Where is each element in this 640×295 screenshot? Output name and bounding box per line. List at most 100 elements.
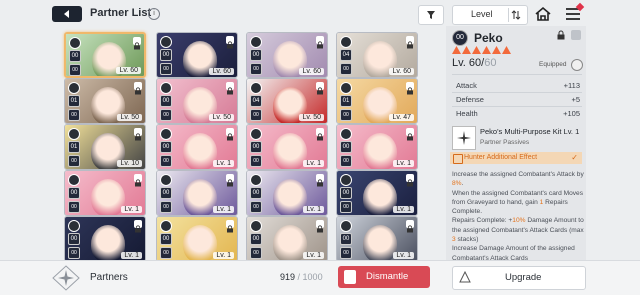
card-level: Lv. 1 — [121, 252, 142, 259]
equipped-avatar-icon[interactable] — [571, 59, 583, 71]
sort-dropdown[interactable]: Level — [452, 5, 528, 25]
partner-card[interactable]: 01 00 Lv. 10 — [64, 124, 146, 170]
divider — [452, 106, 582, 107]
rank-badge: 00 — [68, 155, 80, 167]
lock-icon[interactable] — [316, 220, 324, 233]
partner-card[interactable]: 01 00 Lv. 47 — [336, 78, 418, 124]
partner-card[interactable]: 00 00 Lv. 1 — [246, 170, 328, 216]
element-badge — [160, 82, 172, 94]
card-level: Lv. 1 — [393, 252, 414, 259]
partner-card[interactable]: 00 00 Lv. 60 — [64, 32, 146, 78]
partners-emblem-icon — [52, 265, 80, 291]
lock-icon[interactable] — [556, 30, 566, 40]
star-rating — [452, 46, 511, 54]
rank-badge: 00 — [69, 64, 81, 76]
card-level: Lv. 1 — [303, 206, 324, 213]
lock-icon[interactable] — [134, 82, 142, 95]
back-arrow-icon — [64, 10, 69, 18]
type-badge: 00 — [452, 30, 468, 46]
lock-icon[interactable] — [316, 82, 324, 95]
partner-card[interactable]: 00 00 Lv. 1 — [156, 216, 238, 262]
partner-card[interactable]: 00 00 Lv. 60 — [156, 32, 238, 78]
partner-face — [91, 179, 125, 215]
lock-icon[interactable] — [316, 174, 324, 187]
lock-icon[interactable] — [226, 36, 234, 49]
lock-icon[interactable] — [226, 128, 234, 141]
element-badge — [160, 220, 172, 232]
lock-icon[interactable] — [406, 128, 414, 141]
description-line: When the assigned Combatant's card Moves… — [452, 189, 584, 216]
lock-icon[interactable] — [316, 36, 324, 49]
card-level: Lv. 50 — [117, 114, 142, 121]
rank-badge: 00 — [250, 247, 262, 259]
passive-kit[interactable]: Peko's Multi-Purpose Kit Lv. 1 Partner P… — [450, 124, 582, 154]
star-icon — [482, 46, 491, 54]
element-badge — [160, 174, 172, 186]
filter-icon — [427, 11, 435, 19]
partner-card[interactable]: 01 00 Lv. 50 — [64, 78, 146, 124]
type-badge: 00 — [68, 187, 80, 199]
card-level: Lv. 47 — [389, 114, 414, 121]
lock-icon[interactable] — [406, 174, 414, 187]
element-badge — [250, 36, 262, 48]
description-line: Repairs Complete: +10% Damage Amount to … — [452, 217, 584, 244]
dismantle-button[interactable]: Dismantle — [338, 266, 430, 288]
partner-card[interactable]: 00 00 Lv. 1 — [246, 216, 328, 262]
partner-card[interactable]: 00 00 Lv. 1 — [246, 124, 328, 170]
partner-card[interactable]: 00 00 Lv. 1 — [156, 124, 238, 170]
partner-card[interactable]: 00 00 Lv. 50 — [156, 78, 238, 124]
kit-icon — [452, 126, 476, 150]
lock-icon[interactable] — [226, 82, 234, 95]
partner-card[interactable]: 04 00 Lv. 50 — [246, 78, 328, 124]
element-badge — [68, 128, 80, 140]
lock-icon[interactable] — [226, 174, 234, 187]
info-icon[interactable]: i — [148, 8, 160, 20]
element-badge — [250, 174, 262, 186]
upgrade-icon — [459, 271, 471, 283]
home-icon[interactable] — [534, 6, 552, 22]
partner-card[interactable]: 00 00 Lv. 1 — [336, 170, 418, 216]
star-icon — [452, 46, 461, 54]
partner-face — [183, 179, 217, 215]
partner-card[interactable]: 04 00 Lv. 60 — [336, 32, 418, 78]
lock-icon[interactable] — [406, 36, 414, 49]
trash-icon[interactable] — [571, 30, 581, 40]
partner-card[interactable]: 00 00 Lv. 1 — [156, 170, 238, 216]
lock-icon[interactable] — [406, 220, 414, 233]
filter-button[interactable] — [418, 5, 444, 25]
element-badge — [340, 174, 352, 186]
card-level: Lv. 1 — [213, 160, 234, 167]
lock-icon[interactable] — [316, 128, 324, 141]
card-level: Lv. 1 — [393, 160, 414, 167]
lock-icon[interactable] — [226, 220, 234, 233]
lock-icon[interactable] — [406, 82, 414, 95]
partner-card[interactable]: 00 00 Lv. 60 — [246, 32, 328, 78]
card-level: Lv. 50 — [299, 114, 324, 121]
partner-card[interactable]: 00 00 Lv. 1 — [336, 124, 418, 170]
stat-defense: Defense +5 — [456, 95, 580, 104]
partner-card[interactable]: 00 00 Lv. 1 — [64, 170, 146, 216]
type-badge: 00 — [250, 49, 262, 61]
rank-badge: 00 — [160, 247, 172, 259]
card-level: Lv. 60 — [299, 68, 324, 75]
partner-face — [363, 179, 397, 215]
hunter-effect-toggle[interactable]: Hunter Additional Effect ✓ — [450, 152, 582, 164]
lock-icon[interactable] — [134, 128, 142, 141]
type-badge: 00 — [160, 95, 172, 107]
upgrade-button[interactable]: Upgrade — [452, 266, 586, 290]
effect-label: Hunter Additional Effect — [464, 154, 538, 161]
element-badge — [160, 36, 172, 48]
lock-icon[interactable] — [134, 174, 142, 187]
sort-order-icon[interactable] — [508, 8, 523, 22]
partner-face — [183, 133, 217, 169]
card-level: Lv. 1 — [213, 206, 234, 213]
partner-card[interactable]: 00 00 Lv. 1 — [64, 216, 146, 262]
lock-icon[interactable] — [134, 220, 142, 233]
card-level: Lv. 50 — [209, 114, 234, 121]
rank-badge: 00 — [340, 155, 352, 167]
back-button[interactable] — [52, 6, 82, 22]
element-badge — [340, 220, 352, 232]
effect-description: Increase the assigned Combatant's Attack… — [452, 170, 584, 263]
partner-card[interactable]: 00 00 Lv. 1 — [336, 216, 418, 262]
lock-icon[interactable] — [133, 37, 141, 50]
